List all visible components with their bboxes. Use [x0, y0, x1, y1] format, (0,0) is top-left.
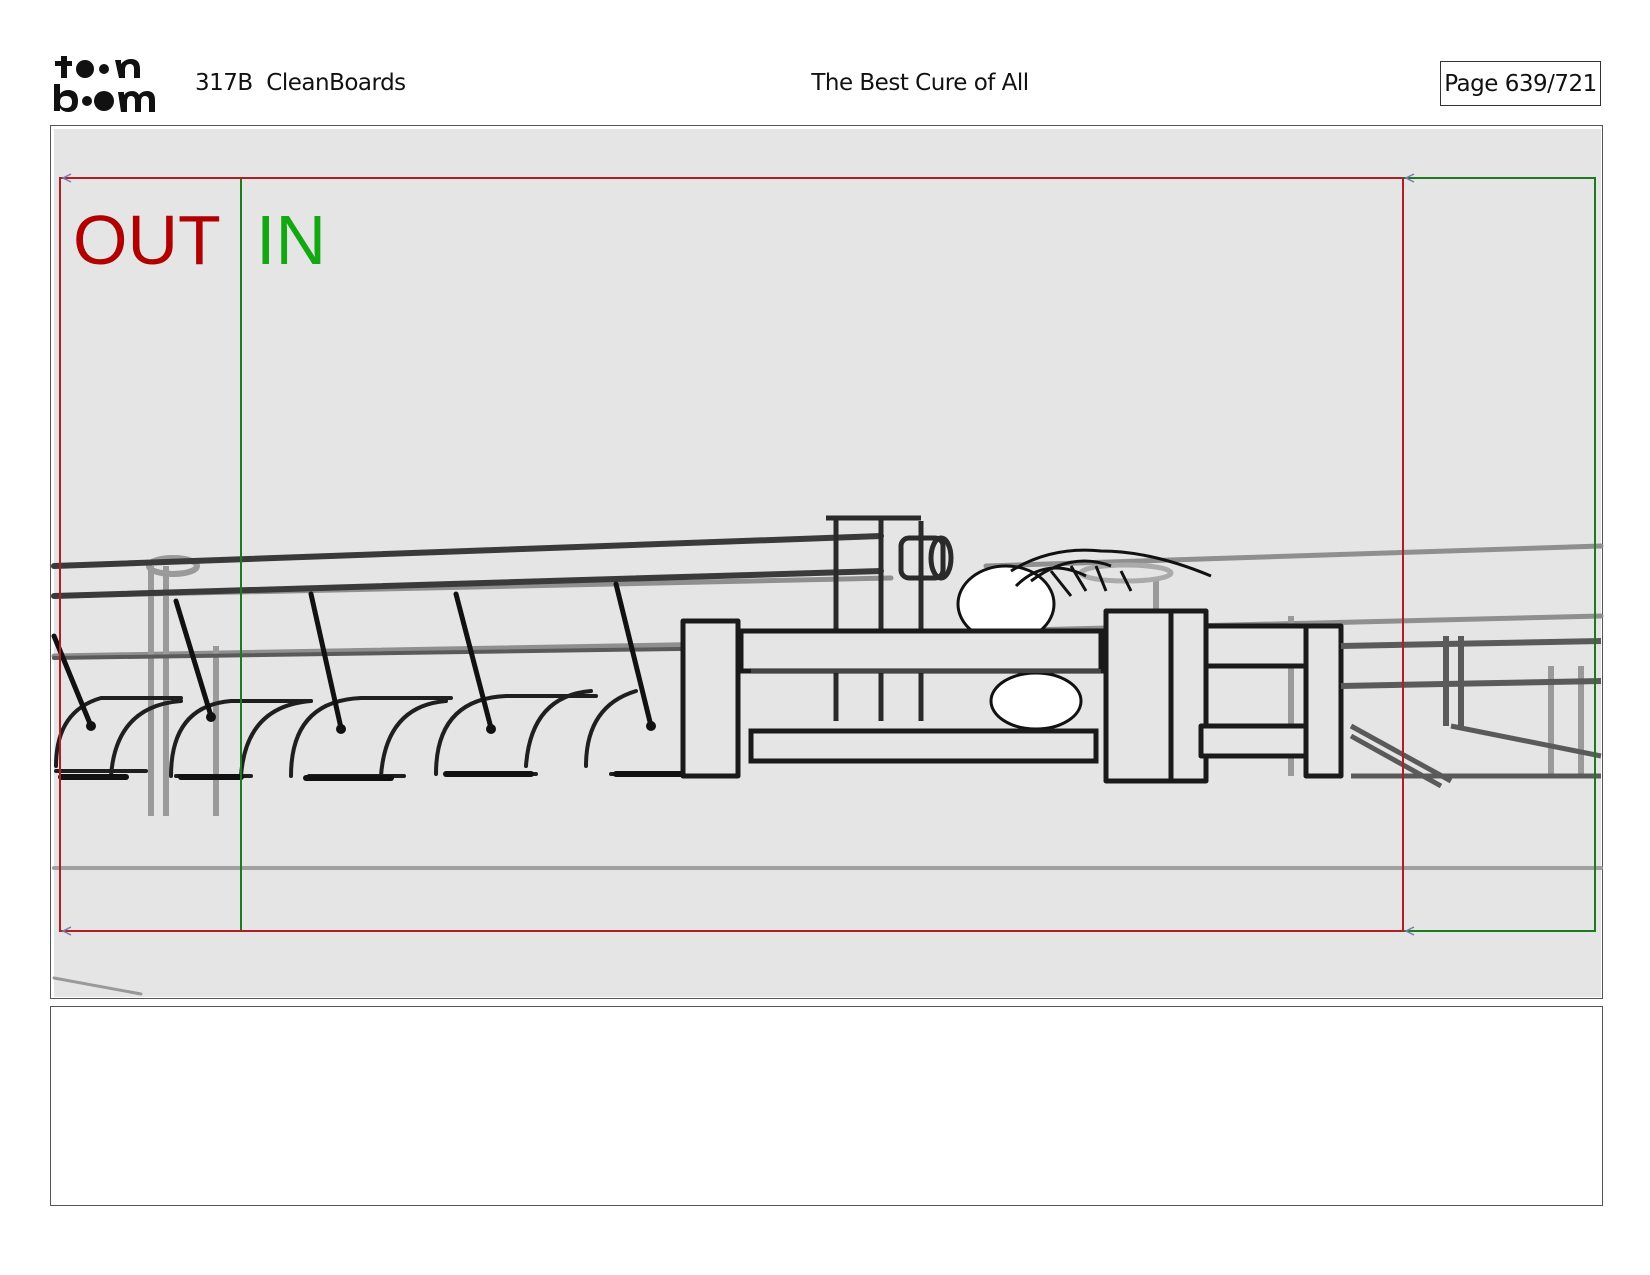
- in-label: IN: [256, 201, 326, 279]
- document-title-text: The Best Cure of All: [811, 70, 1029, 96]
- page-counter: Page 639/721: [1440, 61, 1601, 106]
- storyboard-panel: OUT IN: [50, 125, 1604, 999]
- panel-drawing: OUT IN: [51, 129, 1604, 997]
- out-label: OUT: [73, 201, 221, 279]
- toonboom-logo: [54, 56, 155, 112]
- episode-label: 317B CleanBoards: [195, 70, 406, 96]
- notes-box[interactable]: [50, 1006, 1603, 1206]
